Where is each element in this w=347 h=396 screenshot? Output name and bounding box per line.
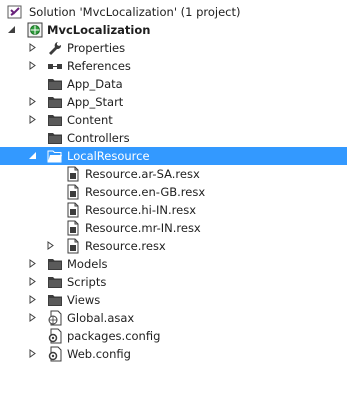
- config-file-icon: [46, 327, 64, 345]
- expanded-arrow-icon[interactable]: [7, 21, 17, 39]
- solution-icon: [6, 3, 24, 21]
- collapsed-arrow-icon[interactable]: [28, 273, 38, 291]
- tree-label-references: References: [67, 59, 131, 73]
- resource-file-icon: [64, 219, 82, 237]
- folder-icon: [46, 273, 64, 291]
- folder-icon: [46, 75, 64, 93]
- resource-file-icon: [64, 165, 82, 183]
- tree-label-resource-mr-in: Resource.mr-IN.resx: [85, 221, 201, 235]
- tree-label-resource-default: Resource.resx: [85, 239, 166, 253]
- folder-icon: [46, 291, 64, 309]
- tree-label-scripts: Scripts: [67, 275, 107, 289]
- references-icon: [46, 57, 64, 75]
- folder-icon: [46, 93, 64, 111]
- resource-file-icon: [64, 183, 82, 201]
- tree-row-global-asax[interactable]: Global.asax: [0, 309, 347, 327]
- collapsed-arrow-icon[interactable]: [28, 57, 38, 75]
- tree-row-resource-ar-sa[interactable]: Resource.ar-SA.resx: [0, 165, 347, 183]
- tree-label-controllers: Controllers: [67, 131, 130, 145]
- collapsed-arrow-icon[interactable]: [28, 255, 38, 273]
- collapsed-arrow-icon[interactable]: [46, 237, 56, 255]
- tree-row-content[interactable]: Content: [0, 111, 347, 129]
- tree-label-app-start: App_Start: [67, 95, 124, 109]
- solution-explorer-tree: Solution 'MvcLocalization' (1 project) M…: [0, 3, 347, 363]
- tree-row-controllers[interactable]: Controllers: [0, 129, 347, 147]
- tree-label-models: Models: [67, 257, 108, 271]
- collapsed-arrow-icon[interactable]: [28, 39, 38, 57]
- tree-row-resource-mr-in[interactable]: Resource.mr-IN.resx: [0, 219, 347, 237]
- tree-row-app-start[interactable]: App_Start: [0, 93, 347, 111]
- tree-row-properties[interactable]: Properties: [0, 39, 347, 57]
- expanded-arrow-icon[interactable]: [28, 147, 38, 165]
- tree-row-packages-config[interactable]: packages.config: [0, 327, 347, 345]
- wrench-icon: [46, 39, 64, 57]
- tree-label-resource-hi-in: Resource.hi-IN.resx: [85, 203, 197, 217]
- tree-label-resource-ar-sa: Resource.ar-SA.resx: [85, 167, 200, 181]
- tree-row-localresource[interactable]: LocalResource: [0, 147, 347, 165]
- collapsed-arrow-icon[interactable]: [28, 93, 38, 111]
- global-asax-file-icon: [46, 309, 64, 327]
- tree-row-resource-default[interactable]: Resource.resx: [0, 237, 347, 255]
- tree-label-localresource: LocalResource: [67, 149, 150, 163]
- tree-row-web-config[interactable]: Web.config: [0, 345, 347, 363]
- tree-row-resource-en-gb[interactable]: Resource.en-GB.resx: [0, 183, 347, 201]
- collapsed-arrow-icon[interactable]: [28, 345, 38, 363]
- collapsed-arrow-icon[interactable]: [28, 111, 38, 129]
- solution-label: Solution 'MvcLocalization' (1 project): [29, 5, 241, 19]
- tree-label-content: Content: [67, 113, 113, 127]
- tree-label-global-asax: Global.asax: [67, 311, 135, 325]
- open-folder-icon: [46, 147, 64, 165]
- web-project-icon: [26, 21, 44, 39]
- folder-icon: [46, 111, 64, 129]
- project-label: MvcLocalization: [47, 23, 151, 37]
- collapsed-arrow-icon[interactable]: [28, 291, 38, 309]
- tree-label-packages-config: packages.config: [67, 329, 161, 343]
- resource-file-icon: [64, 237, 82, 255]
- folder-icon: [46, 129, 64, 147]
- tree-label-resource-en-gb: Resource.en-GB.resx: [85, 185, 206, 199]
- tree-label-app-data: App_Data: [67, 77, 123, 91]
- collapsed-arrow-icon[interactable]: [28, 309, 38, 327]
- tree-label-views: Views: [67, 293, 101, 307]
- folder-icon: [46, 255, 64, 273]
- resource-file-icon: [64, 201, 82, 219]
- tree-row-project[interactable]: MvcLocalization: [0, 21, 347, 39]
- config-file-icon: [46, 345, 64, 363]
- tree-row-views[interactable]: Views: [0, 291, 347, 309]
- tree-row-resource-hi-in[interactable]: Resource.hi-IN.resx: [0, 201, 347, 219]
- tree-row-app-data[interactable]: App_Data: [0, 75, 347, 93]
- tree-row-solution[interactable]: Solution 'MvcLocalization' (1 project): [0, 3, 347, 21]
- tree-row-references[interactable]: References: [0, 57, 347, 75]
- tree-label-properties: Properties: [67, 41, 126, 55]
- tree-row-scripts[interactable]: Scripts: [0, 273, 347, 291]
- tree-label-web-config: Web.config: [67, 347, 131, 361]
- tree-row-models[interactable]: Models: [0, 255, 347, 273]
